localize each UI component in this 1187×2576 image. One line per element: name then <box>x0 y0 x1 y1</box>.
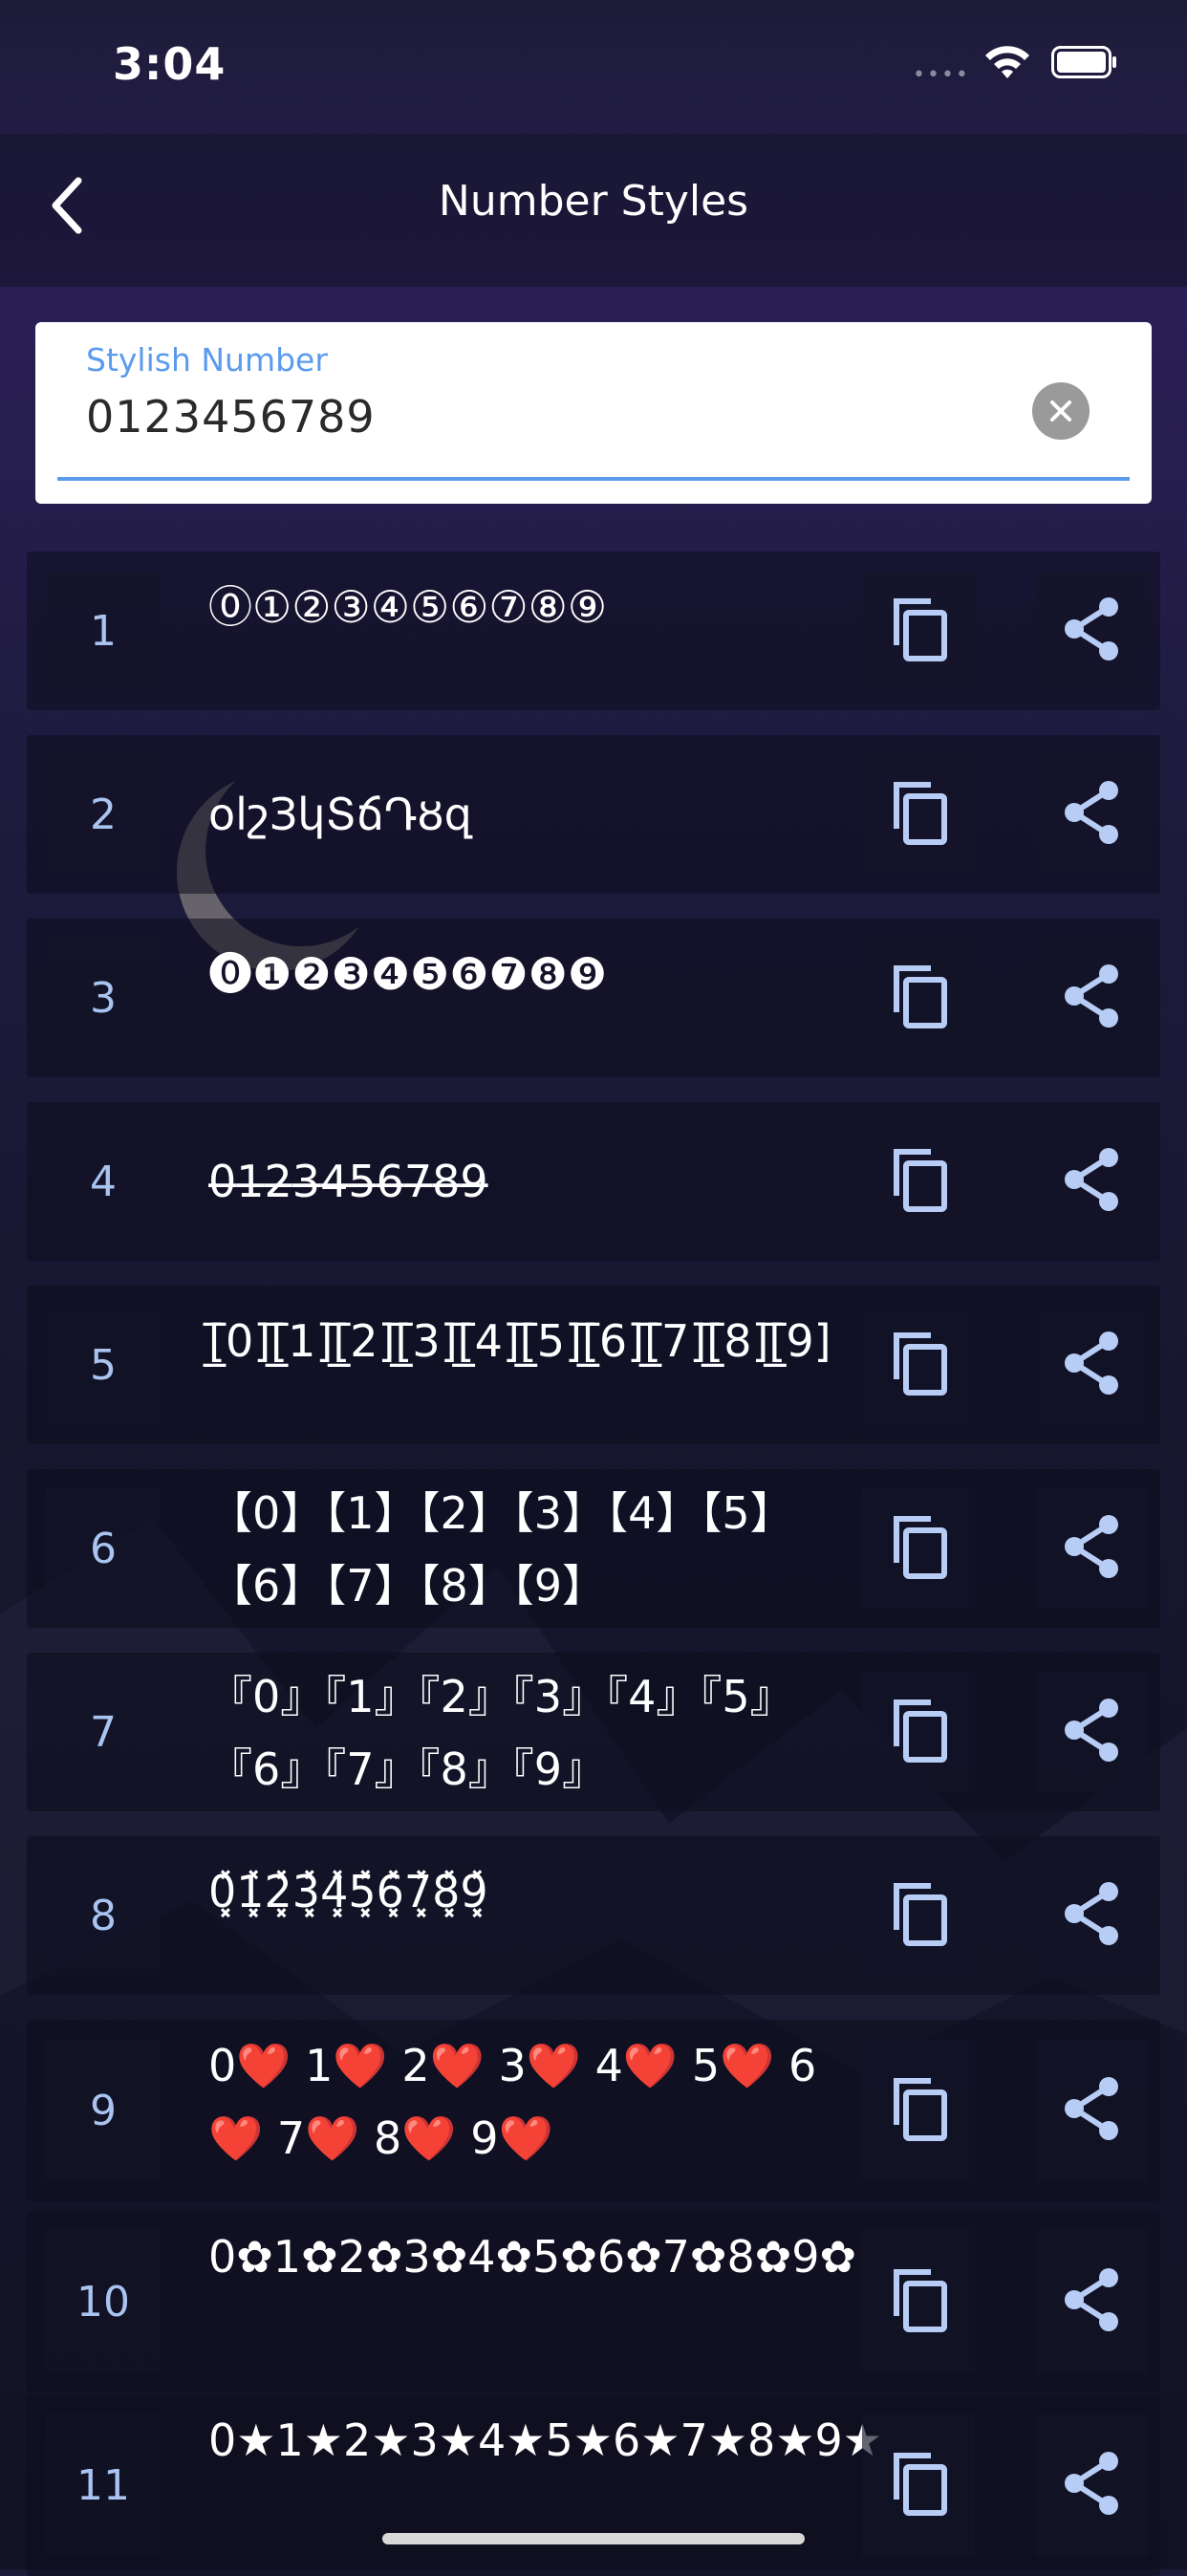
copy-icon <box>887 779 950 850</box>
share-button[interactable] <box>1036 1855 1149 1976</box>
copy-button[interactable] <box>862 754 975 875</box>
share-icon <box>1061 1330 1124 1400</box>
share-icon <box>1061 1880 1124 1951</box>
copy-icon <box>887 595 950 666</box>
styled-number-text: ⓪①②③④⑤⑥⑦⑧⑨ <box>208 581 608 633</box>
page-title: Number Styles <box>438 177 749 226</box>
input-underline <box>57 477 1130 481</box>
copy-icon <box>887 1880 950 1951</box>
row-number: 3 <box>46 938 161 1058</box>
copy-icon <box>887 1330 950 1400</box>
list-item: 11 0★1★2★3★4★5★6★7★8★9★ <box>27 2394 1160 2576</box>
share-button[interactable] <box>1036 2230 1149 2373</box>
row-number: 2 <box>46 754 161 875</box>
list-item: 6 【0】【1】【2】【3】【4】【5】【6】【7】【8】【9】 <box>27 1469 1160 1628</box>
clear-button[interactable] <box>1032 382 1090 440</box>
share-button[interactable] <box>1036 1672 1149 1792</box>
share-button[interactable] <box>1036 1121 1149 1242</box>
share-icon <box>1061 1697 1124 1767</box>
stylish-number-input[interactable]: Stylish Number 0123456789 <box>35 322 1152 504</box>
copy-button[interactable] <box>862 1672 975 1792</box>
share-button[interactable] <box>1036 938 1149 1058</box>
list-item: 4 0̶1̶2̶3̶4̶5̶6̶7̶8̶9̶ <box>27 1102 1160 1261</box>
styled-number-text: 【0】【1】【2】【3】【4】【5】【6】【7】【8】【9】 <box>208 1487 794 1612</box>
status-time: 3:04 <box>113 38 227 90</box>
copy-button[interactable] <box>862 2230 975 2373</box>
copy-icon <box>887 2266 950 2337</box>
home-indicator <box>382 2533 805 2544</box>
battery-icon <box>1051 46 1116 78</box>
share-button[interactable] <box>1036 2039 1149 2182</box>
copy-icon <box>887 1146 950 1217</box>
share-icon <box>1061 595 1124 666</box>
input-label: Stylish Number <box>86 341 328 379</box>
list-item: 7 『0』『1』『2』『3』『4』『5』『6』『7』『8』『9』 <box>27 1653 1160 1811</box>
share-icon <box>1061 2266 1124 2337</box>
styled-number-text: oⅼշЗկՏճԴȣզ <box>208 789 472 840</box>
copy-icon <box>887 2075 950 2146</box>
copy-button[interactable] <box>862 938 975 1058</box>
row-number: 6 <box>46 1488 161 1609</box>
signal-icon: •••• <box>913 63 970 87</box>
share-icon <box>1061 2075 1124 2146</box>
list-item: 1 ⓪①②③④⑤⑥⑦⑧⑨ <box>27 552 1160 710</box>
copy-button[interactable] <box>862 1855 975 1976</box>
styled-number-text: 0✿1✿2✿3✿4✿5✿6✿7✿8✿9✿ <box>208 2231 857 2283</box>
copy-icon <box>887 2450 950 2521</box>
styled-number-text: 『0』『1』『2』『3』『4』『5』『6』『7』『8』『9』 <box>208 1671 794 1795</box>
share-button[interactable] <box>1036 1305 1149 1425</box>
row-number: 7 <box>46 1672 161 1792</box>
row-number: 9 <box>46 2039 161 2182</box>
styled-number-text: 0͓̽1͓̽2͓̽3͓̽4͓̽5͓̽6͓̽7͓̽8͓̽9͓̽ <box>208 1866 488 1917</box>
styled-number-text: ⓿❶❷❸❹❺❻❼❽❾ <box>208 948 608 1000</box>
list-item: 5 [̲̅0][̲̅1][̲̅2][̲̅3][̲̅4][̲̅5][̲̅6][̲̅7… <box>27 1286 1160 1444</box>
copy-button[interactable] <box>862 2039 975 2182</box>
list-item: 9 0❤️ 1❤️ 2❤️ 3❤️ 4❤️ 5❤️ 6❤️ 7❤️ 8❤️ 9❤️ <box>27 2020 1160 2201</box>
status-bar: 3:04 •••• <box>0 0 1187 134</box>
input-value[interactable]: 0123456789 <box>86 391 376 443</box>
row-number: 11 <box>46 2414 161 2557</box>
styled-number-text: 0❤️ 1❤️ 2❤️ 3❤️ 4❤️ 5❤️ 6❤️ 7❤️ 8❤️ 9❤️ <box>208 2040 817 2164</box>
share-button[interactable] <box>1036 2414 1149 2557</box>
copy-icon <box>887 963 950 1033</box>
close-icon <box>1050 400 1071 422</box>
copy-icon <box>887 1697 950 1767</box>
copy-button[interactable] <box>862 2414 975 2557</box>
styled-number-text: [̲̅0][̲̅1][̲̅2][̲̅3][̲̅4][̲̅5][̲̅6][̲̅7]… <box>208 1315 831 1367</box>
copy-icon <box>887 1513 950 1584</box>
list-item: 8 0͓̽1͓̽2͓̽3͓̽4͓̽5͓̽6͓̽7͓̽8͓̽9͓̽ <box>27 1836 1160 1995</box>
share-icon <box>1061 1146 1124 1217</box>
row-number: 4 <box>46 1121 161 1242</box>
row-number: 5 <box>46 1305 161 1425</box>
share-icon <box>1061 2450 1124 2521</box>
copy-button[interactable] <box>862 1121 975 1242</box>
styled-number-text: 0★1★2★3★4★5★6★7★8★9★ <box>208 2414 883 2466</box>
share-icon <box>1061 963 1124 1033</box>
row-number: 10 <box>46 2230 161 2373</box>
list-item: 3 ⓿❶❷❸❹❺❻❼❽❾ <box>27 919 1160 1077</box>
share-icon <box>1061 779 1124 850</box>
list-item: 2 oⅼշЗկՏճԴȣզ <box>27 735 1160 894</box>
copy-button[interactable] <box>862 1488 975 1609</box>
copy-button[interactable] <box>862 1305 975 1425</box>
list-item: 10 0✿1✿2✿3✿4✿5✿6✿7✿8✿9✿ <box>27 2211 1160 2392</box>
share-button[interactable] <box>1036 1488 1149 1609</box>
share-button[interactable] <box>1036 754 1149 875</box>
copy-button[interactable] <box>862 571 975 691</box>
row-number: 8 <box>46 1855 161 1976</box>
share-button[interactable] <box>1036 571 1149 691</box>
styled-number-text: 0̶1̶2̶3̶4̶5̶6̶7̶8̶9̶ <box>208 1156 488 1207</box>
row-number: 1 <box>46 571 161 691</box>
wifi-icon <box>985 46 1029 78</box>
share-icon <box>1061 1513 1124 1584</box>
